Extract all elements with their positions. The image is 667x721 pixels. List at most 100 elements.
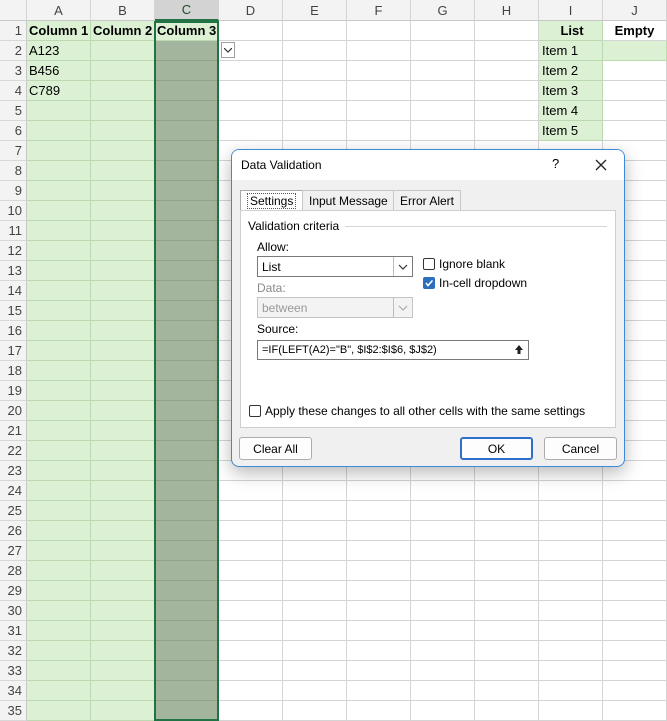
cell[interactable] [347,101,411,121]
cell[interactable] [91,81,155,101]
cell[interactable] [603,481,667,501]
cell[interactable] [91,141,155,161]
cell[interactable] [91,61,155,81]
cell[interactable] [539,521,603,541]
cell[interactable] [91,361,155,381]
cell[interactable] [283,501,347,521]
cell[interactable] [155,121,219,141]
row-header[interactable]: 9 [0,181,27,201]
cell[interactable] [283,61,347,81]
column-header-j[interactable]: J [603,0,667,21]
cell[interactable] [411,621,475,641]
cell[interactable] [411,681,475,701]
cell[interactable] [347,481,411,501]
cell[interactable] [219,621,283,641]
column-header-c[interactable]: C [155,0,219,21]
row-header[interactable]: 33 [0,661,27,681]
cell[interactable] [155,501,219,521]
cell[interactable] [283,701,347,721]
row-header[interactable]: 15 [0,301,27,321]
cell[interactable] [347,21,411,41]
cell[interactable] [603,581,667,601]
cell[interactable] [219,501,283,521]
cell[interactable] [27,121,91,141]
cell[interactable] [475,701,539,721]
row-header[interactable]: 16 [0,321,27,341]
list-item[interactable]: Item 1 [539,41,603,61]
cell[interactable] [411,81,475,101]
cell[interactable] [411,701,475,721]
cell[interactable] [603,601,667,621]
cell[interactable] [91,641,155,661]
cell[interactable] [539,541,603,561]
row-header[interactable]: 11 [0,221,27,241]
cell[interactable] [27,701,91,721]
row-header[interactable]: 21 [0,421,27,441]
row-header[interactable]: 34 [0,681,27,701]
cell[interactable] [27,261,91,281]
cell[interactable] [91,281,155,301]
cell[interactable] [91,221,155,241]
cell[interactable] [219,521,283,541]
cell[interactable] [91,481,155,501]
cell[interactable] [155,701,219,721]
cell[interactable] [347,641,411,661]
cell[interactable] [91,121,155,141]
cell[interactable] [347,621,411,641]
row-header[interactable]: 20 [0,401,27,421]
cell[interactable] [91,701,155,721]
cell[interactable] [91,501,155,521]
cell[interactable] [283,481,347,501]
cell[interactable] [347,581,411,601]
cell[interactable] [155,521,219,541]
cell[interactable] [155,421,219,441]
cell[interactable] [475,101,539,121]
cell[interactable] [91,401,155,421]
cell[interactable] [27,521,91,541]
cell[interactable] [347,61,411,81]
cell[interactable] [347,701,411,721]
cell[interactable] [27,101,91,121]
select-all-corner[interactable] [0,0,27,21]
clear-all-button[interactable]: Clear All [239,437,312,460]
cell[interactable] [219,541,283,561]
cell[interactable] [155,81,219,101]
column-header-a[interactable]: A [27,0,91,21]
cell[interactable] [603,621,667,641]
cell[interactable] [91,621,155,641]
cell[interactable] [155,161,219,181]
cell[interactable] [27,421,91,441]
cell[interactable] [411,61,475,81]
cell[interactable] [347,41,411,61]
column-header-g[interactable]: G [411,0,475,21]
cell[interactable] [475,41,539,61]
cell[interactable] [27,221,91,241]
cell[interactable] [155,241,219,261]
cell[interactable] [91,561,155,581]
cell[interactable] [27,201,91,221]
cell[interactable] [475,581,539,601]
cell[interactable] [27,161,91,181]
cell[interactable] [539,701,603,721]
cell[interactable] [155,621,219,641]
cell[interactable] [475,641,539,661]
row-header[interactable]: 26 [0,521,27,541]
cell[interactable] [219,661,283,681]
cell[interactable] [475,621,539,641]
allow-select[interactable]: List [257,256,413,277]
cell[interactable] [27,181,91,201]
cell[interactable] [155,341,219,361]
cell[interactable] [411,21,475,41]
cell[interactable] [219,101,283,121]
row-header[interactable]: 19 [0,381,27,401]
cell[interactable] [539,621,603,641]
cell[interactable] [155,461,219,481]
cell[interactable] [27,661,91,681]
row-header[interactable]: 10 [0,201,27,221]
row-header[interactable]: 6 [0,121,27,141]
row-header[interactable]: 13 [0,261,27,281]
cell[interactable] [475,121,539,141]
row-header[interactable]: 27 [0,541,27,561]
row-header[interactable]: 2 [0,41,27,61]
cell[interactable] [347,541,411,561]
